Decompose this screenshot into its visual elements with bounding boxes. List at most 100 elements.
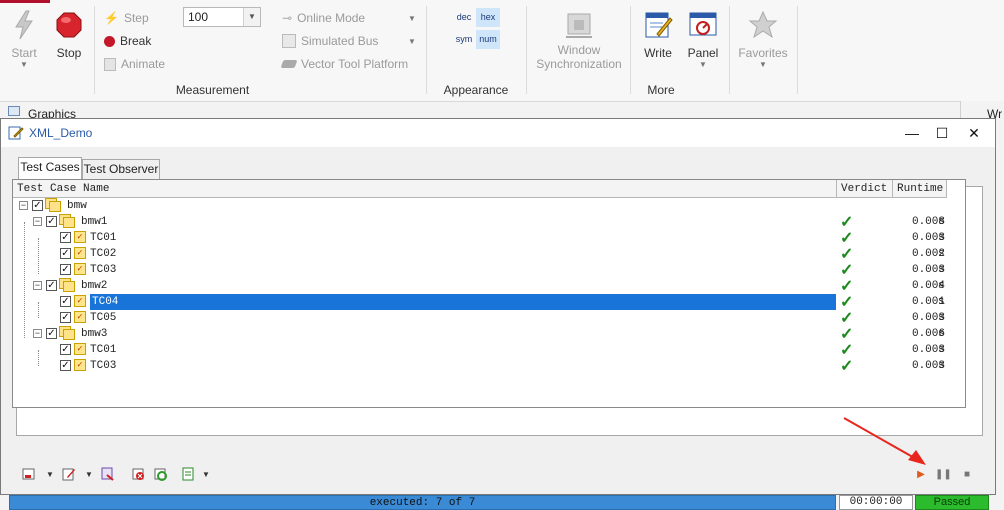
checkbox[interactable]: ✓ xyxy=(46,328,57,339)
window-synchronization-button[interactable]: Window Synchronization xyxy=(532,10,626,71)
report-icon[interactable] xyxy=(21,467,37,483)
favorites-dropdown-arrow: ▼ xyxy=(759,60,767,69)
minimize-button[interactable]: — xyxy=(897,122,927,144)
column-header-verdict[interactable]: Verdict xyxy=(837,180,893,198)
simulated-bus-dropdown-arrow[interactable]: ▼ xyxy=(408,37,416,46)
table-row[interactable]: − ✓ bmw2 ✓ 0.004 s xyxy=(13,278,965,295)
animate-button[interactable]: Animate xyxy=(104,54,165,74)
lightning-icon xyxy=(15,10,33,40)
test-case-name: TC01 xyxy=(90,232,117,244)
checkbox[interactable]: ✓ xyxy=(32,200,43,211)
checkbox[interactable]: ✓ xyxy=(60,344,71,355)
column-header-runtime[interactable]: Runtime xyxy=(893,180,947,198)
annotation-arrow-icon xyxy=(843,417,926,465)
graphics-window-tab[interactable]: Graphics xyxy=(0,102,960,121)
sym-toggle[interactable]: sym xyxy=(452,30,476,49)
table-row[interactable]: ✓ ✓ TC01 ✓ 0.003 s xyxy=(13,342,965,359)
edit-icon[interactable] xyxy=(61,467,77,483)
test-case-name: TC01 xyxy=(90,344,117,356)
appearance-group-label: Appearance xyxy=(443,83,509,97)
ribbon-separator xyxy=(797,6,798,94)
tab-test-observer[interactable]: Test Observer xyxy=(82,159,160,179)
runtime-unit: s xyxy=(938,328,945,340)
status-badge: Passed xyxy=(915,495,989,510)
table-row[interactable]: − ✓ bmw1 ✓ 0.008 s xyxy=(13,214,965,231)
panel-dropdown-arrow: ▼ xyxy=(699,60,707,69)
checkbox[interactable]: ✓ xyxy=(60,248,71,259)
document-dropdown-arrow[interactable]: ▼ xyxy=(202,467,210,483)
checkbox[interactable]: ✓ xyxy=(60,264,71,275)
simulated-bus-icon xyxy=(282,34,296,48)
write-button[interactable]: Write xyxy=(638,10,678,60)
collapse-icon[interactable]: − xyxy=(33,329,42,339)
break-label: Break xyxy=(120,34,152,48)
tree-connector xyxy=(38,350,39,366)
stop-button[interactable]: Stop xyxy=(50,10,88,60)
break-button[interactable]: Break xyxy=(104,31,151,51)
online-mode-button[interactable]: ⊸ Online Mode xyxy=(282,8,365,28)
tree-connector xyxy=(24,222,25,338)
num-toggle[interactable]: num xyxy=(476,30,500,49)
test-case-name: TC03 xyxy=(90,264,117,276)
table-row[interactable]: ✓ ✓ TC04 ✓ 0.001 s xyxy=(13,293,965,311)
checkbox[interactable]: ✓ xyxy=(60,232,71,243)
column-header-name[interactable]: Test Case Name xyxy=(13,180,837,198)
collapse-icon[interactable]: − xyxy=(33,217,42,227)
tools-icon[interactable] xyxy=(100,467,116,483)
stop-icon[interactable]: ■ xyxy=(959,467,975,483)
test-case-icon: ✓ xyxy=(74,263,86,275)
clear-results-icon[interactable] xyxy=(131,467,147,483)
collapse-icon[interactable]: − xyxy=(19,201,28,211)
window-titlebar[interactable]: XML_Demo — ☐ ✕ xyxy=(1,119,995,147)
step-button[interactable]: ⚡ Step xyxy=(104,8,149,28)
report-dropdown-arrow[interactable]: ▼ xyxy=(46,467,54,483)
checkbox[interactable]: ✓ xyxy=(46,216,57,227)
maximize-button[interactable]: ☐ xyxy=(927,122,957,144)
online-mode-dropdown-arrow[interactable]: ▼ xyxy=(408,14,416,23)
table-row[interactable]: ✓ ✓ TC03 ✓ 0.003 s xyxy=(13,262,965,279)
close-button[interactable]: ✕ xyxy=(959,122,989,144)
runtime-unit: s xyxy=(938,296,945,308)
ribbon-separator xyxy=(630,6,631,94)
hex-toggle[interactable]: hex xyxy=(476,8,500,27)
tree-connector xyxy=(38,238,39,274)
table-row[interactable]: ✓ ✓ TC01 ✓ 0.003 s xyxy=(13,230,965,247)
vector-tool-platform-icon xyxy=(280,60,298,68)
table-row[interactable]: ✓ ✓ TC02 ✓ 0.002 s xyxy=(13,246,965,263)
close-icon: ✕ xyxy=(968,125,980,141)
panel-icon xyxy=(689,12,717,36)
chevron-down-icon[interactable]: ▼ xyxy=(243,8,260,26)
favorites-button[interactable]: Favorites ▼ xyxy=(735,10,791,69)
speed-combobox[interactable]: 100 ▼ xyxy=(183,7,261,27)
test-group-icon xyxy=(59,278,75,292)
collapse-icon[interactable]: − xyxy=(33,281,42,291)
test-case-icon: ✓ xyxy=(74,247,86,259)
checkbox[interactable]: ✓ xyxy=(60,296,71,307)
table-row[interactable]: − ✓ bmw xyxy=(13,198,965,214)
ribbon: Start ▼ Stop ⚡ Step Break Animate 100 ▼ … xyxy=(0,0,1004,102)
table-row[interactable]: ✓ ✓ TC03 ✓ 0.003 s xyxy=(13,358,965,375)
checkbox[interactable]: ✓ xyxy=(60,360,71,371)
panel-button[interactable]: Panel ▼ xyxy=(683,10,723,69)
pause-icon[interactable]: ❚❚ xyxy=(935,467,952,483)
dec-toggle[interactable]: dec xyxy=(452,8,476,27)
test-case-name: bmw1 xyxy=(81,216,108,228)
document-icon[interactable] xyxy=(180,467,196,483)
test-case-icon: ✓ xyxy=(74,359,86,371)
start-button[interactable]: Start ▼ xyxy=(4,10,44,69)
start-dropdown-arrow: ▼ xyxy=(20,60,28,69)
checkbox[interactable]: ✓ xyxy=(60,312,71,323)
edit-dropdown-arrow[interactable]: ▼ xyxy=(85,467,93,483)
vector-tool-platform-button[interactable]: Vector Tool Platform xyxy=(280,54,408,74)
refresh-icon[interactable] xyxy=(153,467,169,483)
verdict-passed-icon: ✓ xyxy=(840,358,854,375)
table-row[interactable]: ✓ ✓ TC05 ✓ 0.003 s xyxy=(13,310,965,327)
test-group-icon xyxy=(45,198,61,212)
checkbox[interactable]: ✓ xyxy=(46,280,57,291)
speed-value: 100 xyxy=(188,10,209,24)
test-case-name: bmw xyxy=(67,200,87,212)
tab-test-cases[interactable]: Test Cases xyxy=(18,157,82,179)
table-row[interactable]: − ✓ bmw3 ✓ 0.006 s xyxy=(13,326,965,343)
simulated-bus-button[interactable]: Simulated Bus xyxy=(282,31,378,51)
test-case-name: TC04 xyxy=(89,293,837,311)
